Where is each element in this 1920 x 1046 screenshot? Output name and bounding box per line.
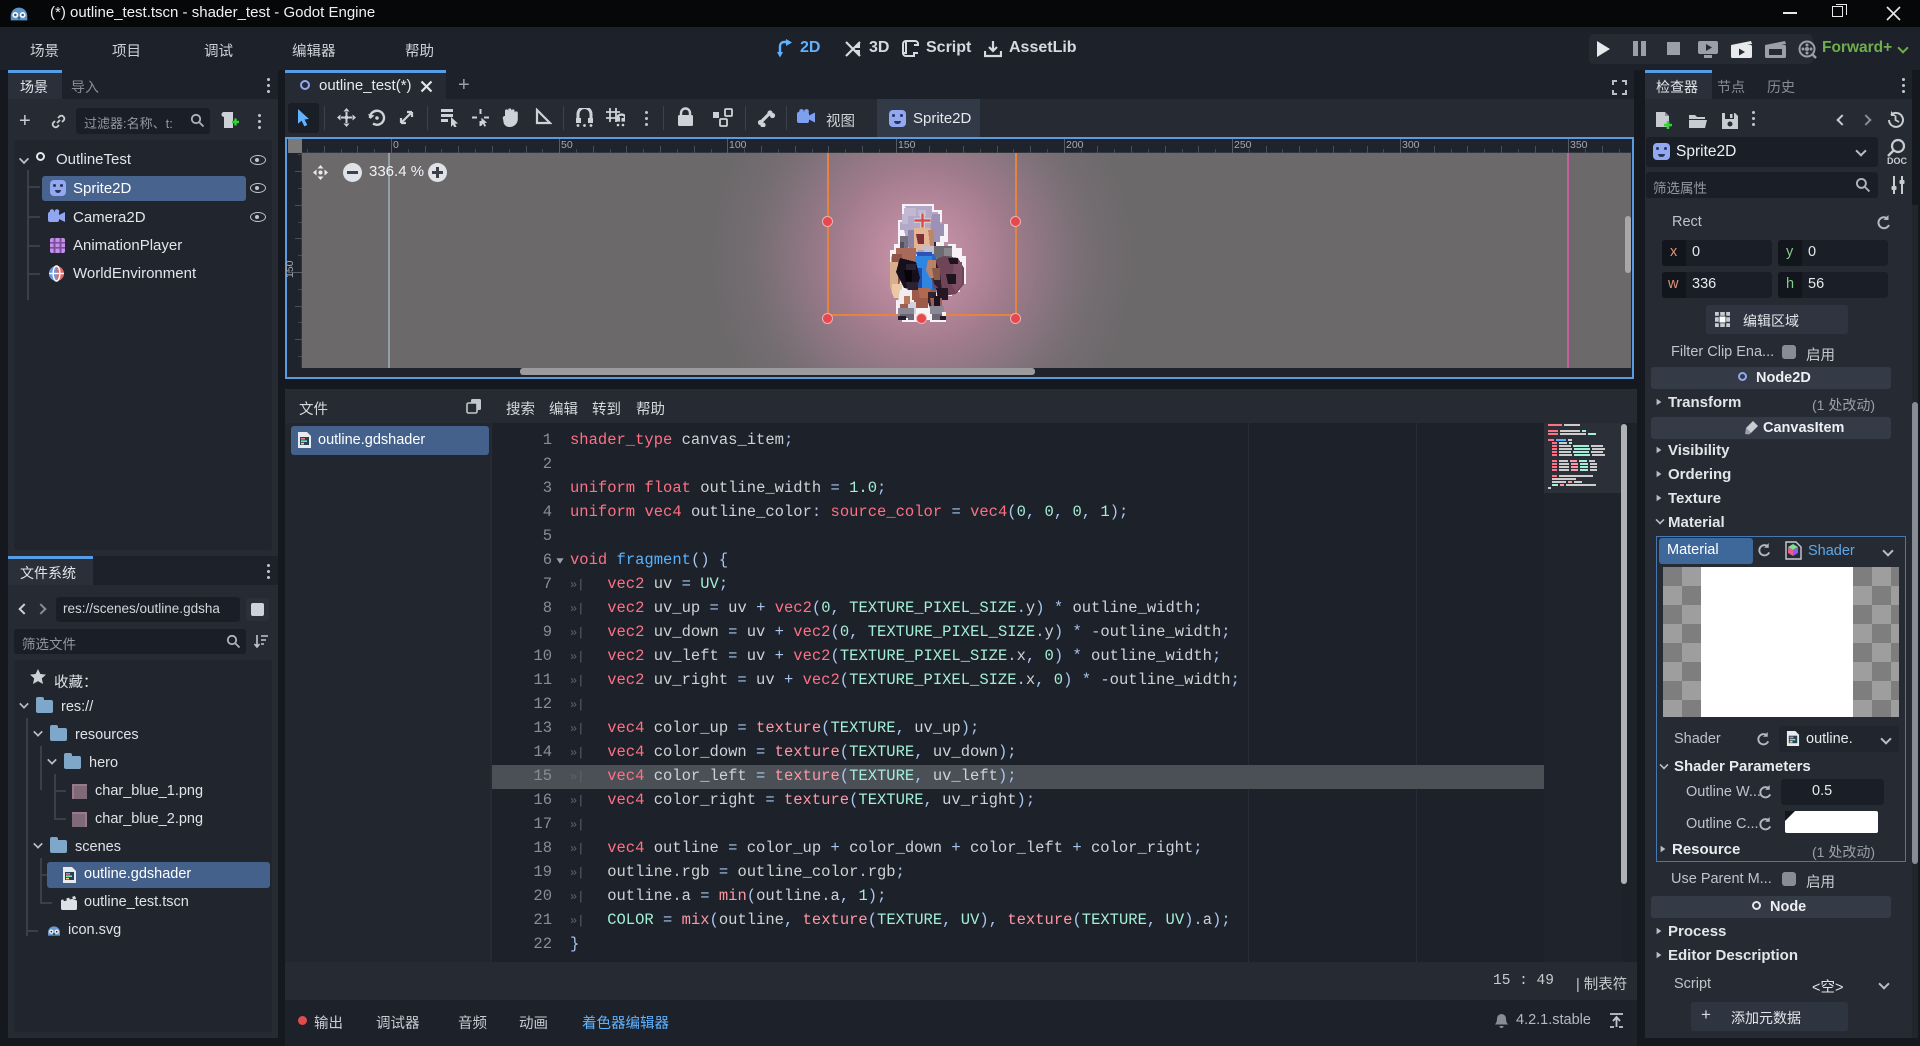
- svg-text:DOC: DOC: [1887, 156, 1908, 166]
